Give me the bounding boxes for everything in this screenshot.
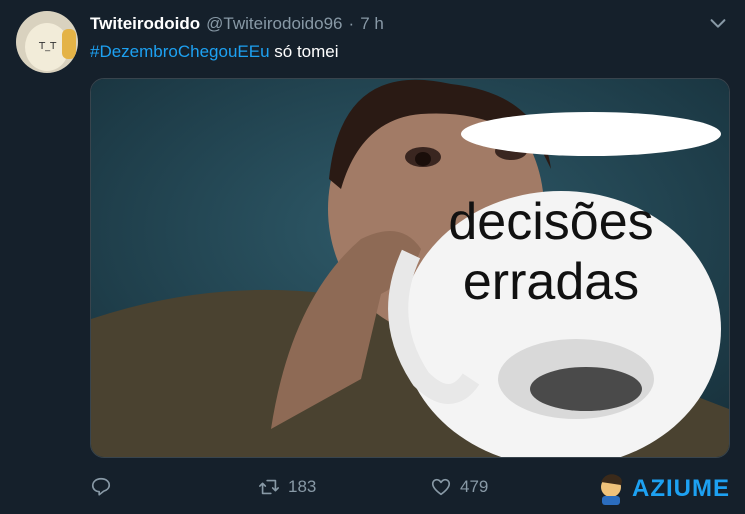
watermark-logo-icon xyxy=(601,474,622,505)
caption-line-2: erradas xyxy=(463,253,639,311)
retweet-count: 183 xyxy=(288,477,317,496)
user-handle[interactable]: @Twiteirodoido96 xyxy=(206,14,342,34)
meme-image: decisões erradas xyxy=(91,79,729,457)
heart-icon xyxy=(431,478,451,496)
display-name[interactable]: Twiteirodoido xyxy=(90,14,200,34)
avatar-image: T_T xyxy=(16,11,78,73)
reply-button[interactable] xyxy=(90,476,120,498)
reply-icon xyxy=(91,477,111,496)
retweet-icon xyxy=(259,479,279,495)
tweet-header: Twiteirodoido @Twiteirodoido96 · 7 h xyxy=(90,14,384,34)
separator-dot: · xyxy=(348,14,355,33)
svg-text:T_T: T_T xyxy=(38,41,57,52)
tweet-image[interactable]: decisões erradas xyxy=(90,78,730,458)
watermark: AZIUME xyxy=(594,472,730,506)
tweet-time[interactable]: 7 h xyxy=(360,14,384,34)
avatar[interactable]: T_T xyxy=(16,11,78,73)
like-button[interactable]: 479 xyxy=(430,476,488,498)
like-count: 479 xyxy=(460,477,489,496)
watermark-text: AZIUME xyxy=(632,475,730,502)
hashtag-link[interactable]: #DezembroChegouEEu xyxy=(90,42,270,61)
retweet-button[interactable]: 183 xyxy=(258,476,316,498)
caption-line-1: decisões xyxy=(448,193,653,251)
tweet-text: #DezembroChegouEEu só tomei xyxy=(90,42,339,62)
tweet-body: só tomei xyxy=(269,42,339,61)
chevron-down-icon[interactable] xyxy=(707,12,729,34)
